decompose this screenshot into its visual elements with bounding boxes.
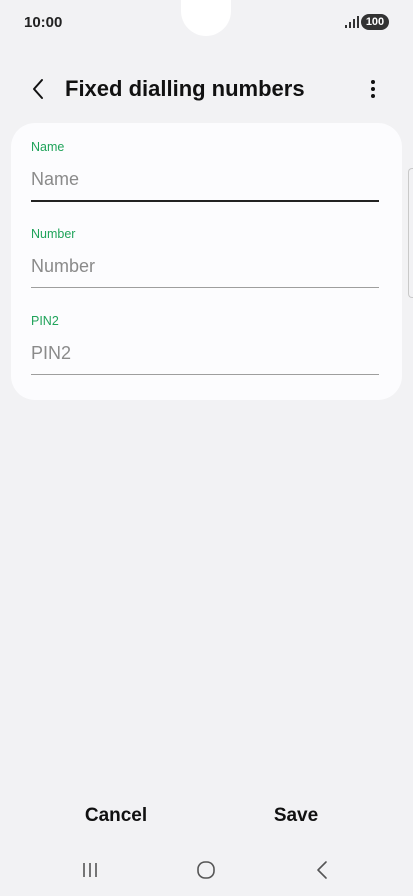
save-button[interactable]: Save bbox=[226, 796, 366, 836]
status-time: 10:00 bbox=[24, 14, 63, 31]
number-field: Number bbox=[31, 227, 379, 288]
edge-panel-handle[interactable] bbox=[408, 168, 413, 298]
more-vertical-icon bbox=[371, 80, 375, 98]
fdn-form-card: Name Number PIN2 bbox=[11, 123, 402, 400]
pin2-field: PIN2 bbox=[31, 314, 379, 375]
battery-level: 100 bbox=[361, 14, 389, 30]
name-field: Name bbox=[31, 140, 379, 202]
bottom-actions: Cancel Save bbox=[0, 796, 413, 836]
home-button[interactable] bbox=[176, 850, 236, 890]
pin2-input[interactable] bbox=[31, 343, 379, 375]
recent-apps-icon bbox=[83, 863, 97, 877]
cancel-button[interactable]: Cancel bbox=[46, 796, 186, 836]
more-options-button[interactable] bbox=[360, 72, 386, 106]
camera-notch bbox=[181, 0, 231, 36]
app-bar: Fixed dialling numbers bbox=[0, 64, 413, 114]
status-bar: 10:00 100 bbox=[0, 0, 413, 44]
number-field-label: Number bbox=[31, 227, 76, 241]
page-title: Fixed dialling numbers bbox=[65, 76, 305, 101]
navigate-back-button[interactable] bbox=[22, 72, 54, 106]
chevron-left-icon bbox=[33, 79, 43, 99]
back-icon bbox=[317, 861, 327, 879]
home-icon bbox=[197, 861, 215, 879]
name-field-label: Name bbox=[31, 140, 65, 154]
pin2-field-label: PIN2 bbox=[31, 314, 59, 328]
signal-icon bbox=[345, 16, 359, 28]
recent-apps-button[interactable] bbox=[60, 850, 120, 890]
system-back-button[interactable] bbox=[292, 850, 352, 890]
navigation-bar bbox=[0, 850, 413, 890]
name-input[interactable] bbox=[31, 169, 379, 202]
number-input[interactable] bbox=[31, 256, 379, 288]
